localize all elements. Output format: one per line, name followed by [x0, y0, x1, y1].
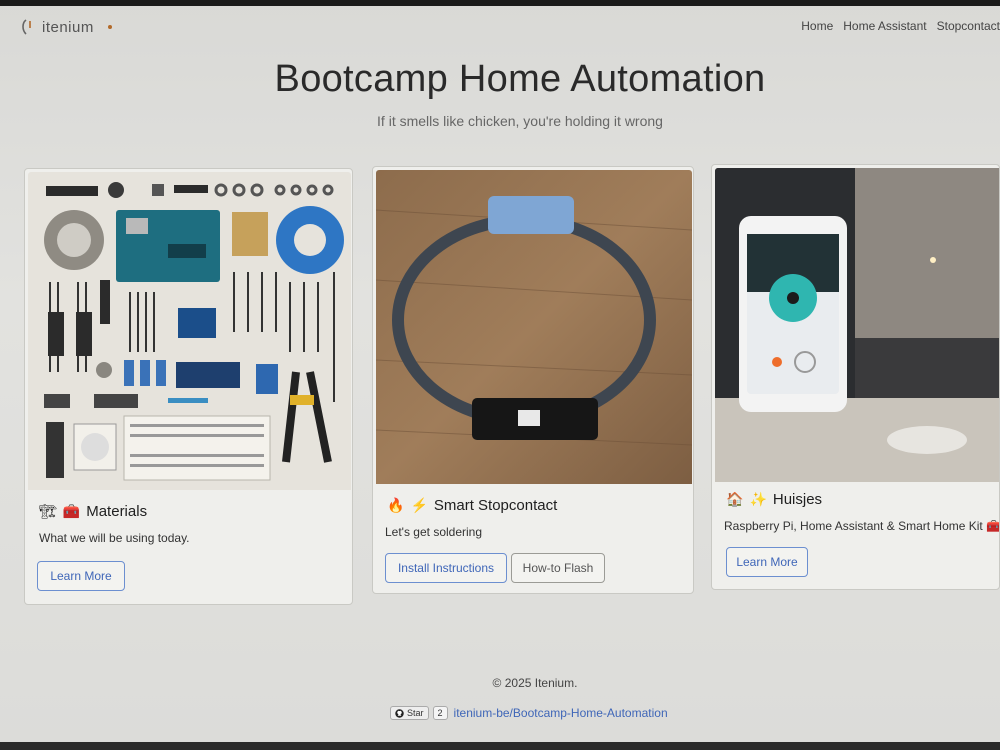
brand-dot [107, 25, 112, 29]
lightning-emoji-icon: ⚡ [410, 497, 428, 513]
itenium-logo-icon [22, 19, 31, 35]
card-image-huisjes [715, 168, 999, 482]
card-text-stopcontact: Let's get soldering [385, 525, 483, 539]
page-title: Bootcamp Home Automation [274, 58, 766, 100]
fire-emoji-icon: 🔥 [387, 497, 405, 513]
house-emoji-icon: 🏠 [726, 491, 744, 507]
electronics-flatlay-image [28, 172, 351, 490]
card-text-huisjes: Raspberry Pi, Home Assistant & Smart Hom… [724, 519, 1000, 533]
card-heading: Smart Stopcontact [433, 497, 558, 514]
footer-copyright: © 2025 Itenium. [492, 676, 578, 690]
card-title-huisjes: 🏠 ✨ Huisjes [726, 491, 822, 508]
card-huisjes: 🏠 ✨ Huisjes Raspberry Pi, Home Assistant… [711, 164, 1000, 590]
card-title-materials: 🏗 🧰 Materials [39, 503, 147, 520]
github-star-label: Star [407, 708, 424, 718]
how-to-flash-button[interactable]: How-to Flash [511, 553, 605, 583]
smart-plug-image [376, 170, 692, 484]
card-title-stopcontact: 🔥 ⚡ Smart Stopcontact [387, 497, 557, 514]
github-star-button[interactable]: Star [390, 706, 429, 720]
github-star-count[interactable]: 2 [432, 706, 448, 720]
sparkles-emoji-icon: ✨ [749, 491, 767, 507]
toolbox-emoji-icon: 🧰 [62, 503, 81, 519]
github-icon [395, 708, 404, 718]
brand[interactable]: itenium [20, 18, 112, 36]
nav-link-home[interactable]: Home [801, 19, 833, 33]
brand-name: itenium [42, 18, 94, 36]
card-image-stopcontact [376, 170, 692, 484]
card-smart-stopcontact: 🔥 ⚡ Smart Stopcontact Let's get solderin… [372, 166, 694, 594]
card-text-materials: What we will be using today. [39, 531, 190, 545]
card-heading: Huisjes [772, 491, 823, 508]
nav-link-home-assistant[interactable]: Home Assistant [843, 19, 926, 33]
smartphone-dashboard-image [715, 168, 999, 482]
screen-bezel-top [0, 0, 1000, 6]
nav-link-stopcontact[interactable]: Stopcontact [937, 19, 1000, 33]
card-heading: Materials [86, 503, 148, 520]
card-materials: 🏗 🧰 Materials What we will be using toda… [24, 168, 353, 605]
github-widget: Star 2 itenium-be/Bootcamp-Home-Automati… [390, 706, 668, 720]
card-image-materials [28, 172, 351, 490]
install-instructions-button[interactable]: Install Instructions [385, 553, 507, 583]
navbar: itenium Home Home Assistant Stopcontact [0, 10, 1000, 46]
screen-bezel-bottom [0, 742, 1000, 750]
nav-links: Home Home Assistant Stopcontact [801, 19, 1000, 33]
page-subtitle: If it smells like chicken, you're holdin… [377, 113, 663, 129]
learn-more-button[interactable]: Learn More [726, 547, 808, 577]
github-repo-link[interactable]: itenium-be/Bootcamp-Home-Automation [454, 706, 668, 720]
crane-emoji-icon: 🏗 [39, 503, 57, 519]
learn-more-button[interactable]: Learn More [37, 561, 125, 591]
